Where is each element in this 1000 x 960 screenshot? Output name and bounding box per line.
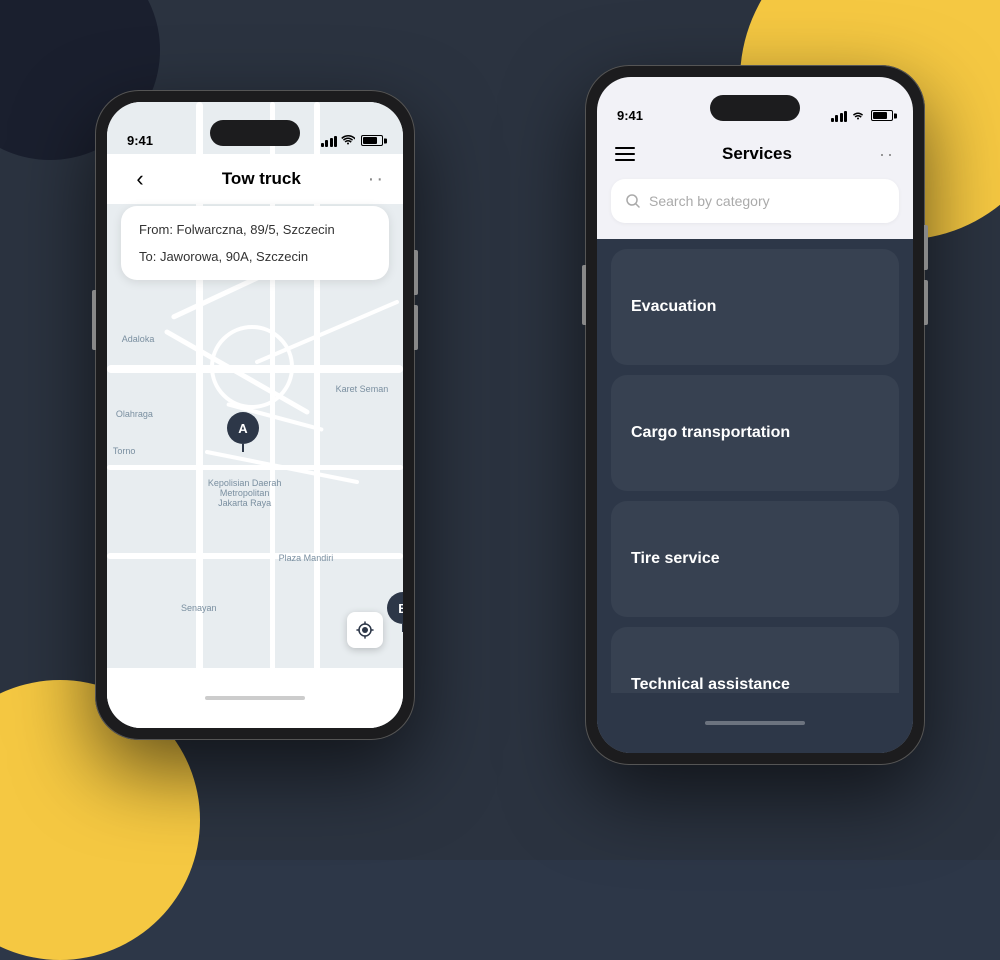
map-label: Torno (113, 446, 136, 456)
dynamic-island-left (210, 120, 300, 146)
battery-icon (361, 135, 383, 146)
left-phone-screen: 9:41 (107, 102, 403, 728)
service-label-cargo: Cargo transportation (631, 424, 790, 442)
map-label: Plaza Mandiri (279, 553, 334, 563)
signal-bar-3 (330, 138, 333, 147)
right-volume-up[interactable] (924, 225, 928, 270)
marker-a: A (227, 412, 259, 452)
right-battery-fill (873, 112, 887, 119)
signal-bar-3 (840, 113, 843, 122)
dynamic-island-right (710, 95, 800, 121)
map-label: Kepolisian Daerah Metropolitan Jakarta R… (205, 478, 285, 508)
search-bar[interactable]: Search by category (611, 179, 899, 223)
marker-a-circle: A (227, 412, 259, 444)
more-icon[interactable]: ·· (368, 168, 385, 191)
service-label-evacuation: Evacuation (631, 298, 716, 316)
left-status-icons (321, 133, 384, 148)
right-power[interactable] (582, 265, 586, 325)
right-bottom-bar (597, 693, 913, 753)
services-page-title: Services (722, 144, 792, 164)
service-item-cargo[interactable]: Cargo transportation (611, 375, 899, 491)
service-label-technical: Technical assistance (631, 676, 790, 694)
hamburger-line (615, 153, 635, 155)
map-road (107, 365, 403, 373)
marker-b: B (387, 592, 403, 632)
address-card: From: Folwarczna, 89/5, Szczecin To: Jaw… (121, 206, 389, 280)
hamburger-menu-button[interactable] (615, 147, 635, 161)
signal-bar-2 (835, 115, 838, 122)
battery-fill (363, 137, 377, 144)
signal-bar-4 (334, 136, 337, 147)
back-button[interactable]: ‹ (125, 164, 155, 194)
tow-truck-title: Tow truck (155, 169, 368, 189)
signal-bar-4 (844, 111, 847, 122)
volume-down-button[interactable] (414, 305, 418, 350)
service-item-evacuation[interactable]: Evacuation (611, 249, 899, 365)
hamburger-line (615, 159, 635, 161)
phones-container: 9:41 (0, 0, 1000, 860)
services-list: Evacuation Cargo transportation Tire ser… (597, 239, 913, 753)
header-more-icon[interactable]: ·· (879, 144, 895, 165)
right-status-icons (831, 108, 894, 123)
marker-b-pin (402, 624, 403, 632)
service-label-tire: Tire service (631, 550, 720, 568)
power-button[interactable] (92, 290, 96, 350)
signal-bar-2 (325, 140, 328, 147)
services-header: Services ·· (597, 129, 913, 179)
address-from: From: Folwarczna, 89/5, Szczecin (139, 222, 371, 237)
marker-a-pin (242, 444, 244, 452)
map-label: Adaloka (122, 334, 155, 344)
right-phone-screen: 9:41 (597, 77, 913, 753)
hamburger-line (615, 147, 635, 149)
right-status-time: 9:41 (617, 108, 643, 123)
wifi-icon (341, 133, 355, 148)
map-road (107, 465, 403, 470)
right-wifi-icon (851, 108, 865, 123)
right-volume-down[interactable] (924, 280, 928, 325)
volume-up-button[interactable] (414, 250, 418, 295)
map-label: Olahraga (116, 409, 153, 419)
home-indicator (205, 696, 305, 700)
signal-icon (321, 135, 338, 147)
address-to: To: Jaworowa, 90A, Szczecin (139, 249, 371, 264)
left-bottom-bar (107, 668, 403, 728)
map-road (107, 553, 403, 559)
signal-bar-1 (831, 118, 834, 122)
search-icon (625, 193, 641, 209)
marker-b-circle: B (387, 592, 403, 624)
service-item-tire[interactable]: Tire service (611, 501, 899, 617)
tow-truck-nav: ‹ Tow truck ·· (107, 154, 403, 204)
location-button[interactable] (347, 612, 383, 648)
right-signal-icon (831, 110, 848, 122)
map-label: Karet Seman (336, 384, 389, 394)
signal-bar-1 (321, 143, 324, 147)
phone-right: 9:41 (585, 65, 925, 765)
back-chevron-icon: ‹ (136, 166, 143, 192)
right-battery-icon (871, 110, 893, 121)
right-home-indicator (705, 721, 805, 725)
search-placeholder-text: Search by category (649, 193, 770, 209)
left-status-time: 9:41 (127, 133, 153, 148)
phone-left: 9:41 (95, 90, 415, 740)
map-label: Senayan (181, 603, 217, 613)
